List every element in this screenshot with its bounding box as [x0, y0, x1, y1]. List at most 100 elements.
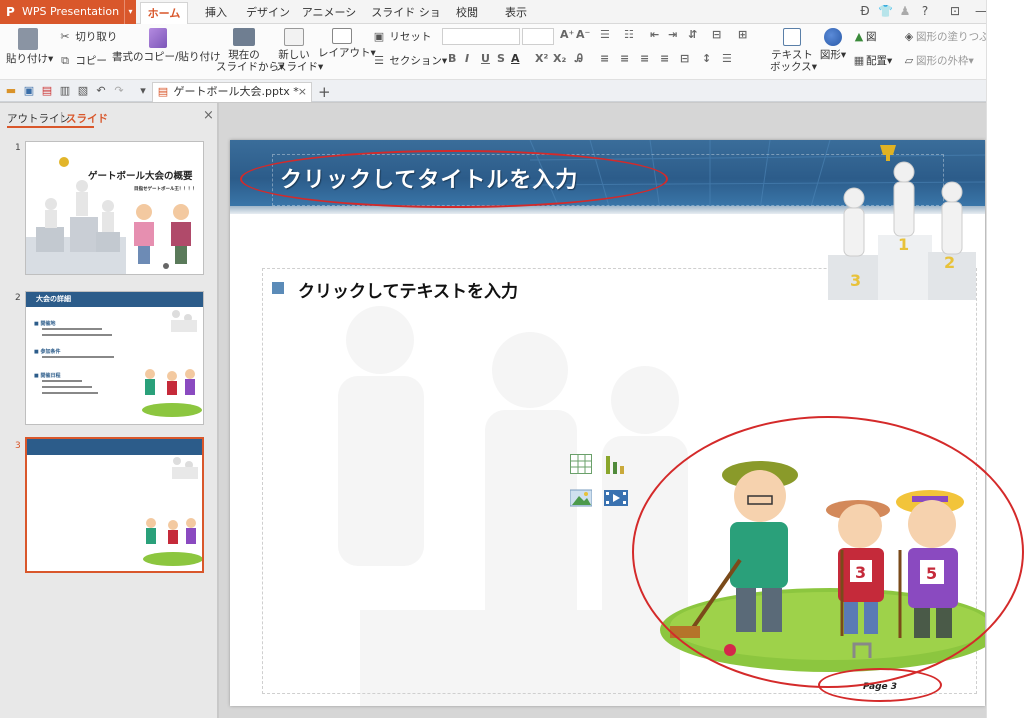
shape-outline-button[interactable]: ▱ 図形の外枠▾	[902, 54, 974, 68]
format-painter-label: 書式のコピー/貼り付け	[112, 51, 221, 63]
tab-view[interactable]: 表示	[500, 2, 532, 24]
line-spacing-icon[interactable]: ↕	[702, 52, 711, 65]
bullet-list-icon[interactable]: ☰	[600, 28, 610, 41]
cut-button[interactable]: ✂ 切り取り	[58, 30, 117, 44]
open-folder-icon[interactable]: ▬	[4, 84, 18, 98]
font-color-icon[interactable]: A	[511, 52, 520, 65]
ribbon: 貼り付け▾ ✂ 切り取り ⧉ コピー 書式のコピー/貼り付け 現在の スライドか…	[0, 24, 1000, 80]
columns-icon[interactable]: ⊞	[738, 28, 747, 41]
copy-button[interactable]: ⧉ コピー	[58, 54, 107, 68]
underline-icon[interactable]: U	[481, 52, 490, 65]
tab-slideshow[interactable]: スライド ショー	[370, 2, 442, 41]
slide-thumbnail-3[interactable]	[25, 437, 204, 573]
format-painter-button[interactable]: 書式のコピー/貼り付け	[112, 28, 221, 63]
shadow-icon[interactable]: S	[497, 52, 505, 65]
pdf-icon[interactable]: ▤	[40, 84, 54, 98]
tab-design[interactable]: デザイン	[244, 2, 292, 24]
new-slide-label-1: 新しい	[278, 49, 310, 61]
font-size-select[interactable]	[522, 28, 554, 45]
outline-icon: ▱	[904, 54, 914, 67]
superscript-icon[interactable]: X²	[535, 52, 548, 65]
shape-button[interactable]: 図形▾	[818, 28, 848, 61]
document-tab[interactable]: ▤ ゲートボール大会.pptx * ×	[152, 82, 312, 102]
slide-thumbnail-1[interactable]: ゲートボール大会の概要 目指せゲートボール王！！！！	[25, 141, 204, 275]
new-tab-icon[interactable]: +	[318, 83, 331, 101]
clear-format-icon[interactable]: Ꭿ	[575, 52, 583, 66]
font-name-select[interactable]	[442, 28, 520, 45]
paragraph-spacing-icon[interactable]: ☰	[722, 52, 732, 65]
decrease-indent-icon[interactable]: ⇤	[650, 28, 659, 41]
paint-bucket-icon: ◈	[904, 30, 914, 43]
tab-review[interactable]: 校閲	[450, 2, 484, 24]
layout-button[interactable]: レイアウト▾	[318, 28, 376, 59]
shape-icon	[824, 28, 842, 46]
bold-icon[interactable]: B	[448, 52, 456, 65]
distribute-icon[interactable]: ⊟	[680, 52, 689, 65]
new-slide-button[interactable]: 新しい スライド▾	[276, 28, 323, 73]
paste-button[interactable]: 貼り付け▾	[6, 28, 53, 65]
justify-icon[interactable]: ≡	[660, 52, 669, 65]
reset-button[interactable]: ▣ リセット	[372, 30, 432, 44]
user-icon[interactable]: ♟	[898, 4, 912, 18]
svg-text:1: 1	[898, 235, 909, 254]
picture-button[interactable]: ▲ 図	[852, 30, 877, 44]
slide-thumbnail-2[interactable]: 大会の詳細 ■ 開催地 ■ 参加条件 ■ 開催日程	[25, 291, 204, 425]
undo-icon[interactable]: ↶	[94, 84, 108, 98]
shirt-icon[interactable]: 👕	[878, 4, 893, 18]
print-icon[interactable]: ▥	[58, 84, 72, 98]
tab-insert[interactable]: 挿入	[196, 2, 236, 24]
from-current-label-2: スライドから	[216, 61, 279, 73]
subscript-icon[interactable]: X₂	[553, 52, 566, 65]
customize-dropdown-icon[interactable]: ▾	[136, 84, 150, 98]
annotation-ellipse-title	[240, 150, 668, 208]
align-right-icon[interactable]: ≡	[640, 52, 649, 65]
tab-home[interactable]: ホーム	[140, 2, 188, 24]
align-text-icon[interactable]: ⊟	[712, 28, 721, 41]
slide-number-1: 1	[15, 143, 21, 153]
from-current-slide-button[interactable]: 現在の スライドから▾	[216, 28, 284, 73]
save-icon[interactable]: ▣	[22, 84, 36, 98]
shrink-font-icon[interactable]: A⁻	[576, 28, 590, 41]
arrange-label: 配置	[866, 55, 887, 67]
close-panel-icon[interactable]: ×	[203, 108, 214, 123]
new-slide-icon	[284, 28, 304, 46]
new-slide-label-2: スライド	[276, 61, 318, 73]
skin-icon[interactable]: Ð	[858, 4, 872, 18]
section-button[interactable]: ☰ セクション▾	[372, 54, 447, 68]
help-icon[interactable]: ?	[918, 4, 932, 18]
insert-video-icon[interactable]	[604, 488, 628, 508]
italic-icon[interactable]: I	[465, 52, 469, 65]
textbox-icon	[783, 28, 801, 46]
text-direction-icon[interactable]: ⇵	[688, 28, 697, 41]
window-mode-icon[interactable]: ⊡	[948, 4, 962, 18]
menu-bar: P WPS Presentation ▾ ホーム 挿入 デザイン アニメーション…	[0, 0, 1024, 41]
numbered-list-icon[interactable]: ☷	[624, 28, 634, 41]
chevron-down-icon: ▾	[124, 0, 136, 24]
grow-font-icon[interactable]: A⁺	[560, 28, 574, 41]
increase-indent-icon[interactable]: ⇥	[668, 28, 677, 41]
close-tab-icon[interactable]: ×	[298, 83, 307, 101]
align-center-icon[interactable]: ≡	[620, 52, 629, 65]
insert-table-icon[interactable]	[570, 454, 592, 474]
align-left-icon[interactable]: ≡	[600, 52, 609, 65]
arrange-button[interactable]: ▦ 配置▾	[852, 54, 892, 68]
insert-chart-icon[interactable]	[604, 454, 626, 474]
reset-icon: ▣	[373, 30, 385, 43]
body-placeholder[interactable]: クリックしてテキストを入力	[298, 277, 518, 302]
picture-icon: ▲	[854, 30, 864, 43]
tab-slides[interactable]: スライド	[66, 111, 108, 126]
tab-animation[interactable]: アニメーション	[298, 2, 360, 41]
insert-picture-icon[interactable]	[569, 488, 593, 508]
textbox-button[interactable]: テキスト ボックス▾	[770, 28, 817, 73]
app-name: WPS Presentation	[22, 5, 120, 18]
app-menu-button[interactable]: P WPS Presentation ▾	[0, 0, 136, 24]
print-preview-icon[interactable]: ▧	[76, 84, 90, 98]
copy-label: コピー	[75, 55, 107, 67]
brush-icon	[149, 28, 167, 48]
projector-icon	[233, 28, 255, 46]
redo-icon[interactable]: ↷	[112, 84, 126, 98]
scissors-icon: ✂	[60, 30, 70, 43]
picture-label: 図	[866, 31, 877, 43]
paste-label: 貼り付け	[6, 53, 48, 65]
reset-label: リセット	[389, 31, 432, 43]
